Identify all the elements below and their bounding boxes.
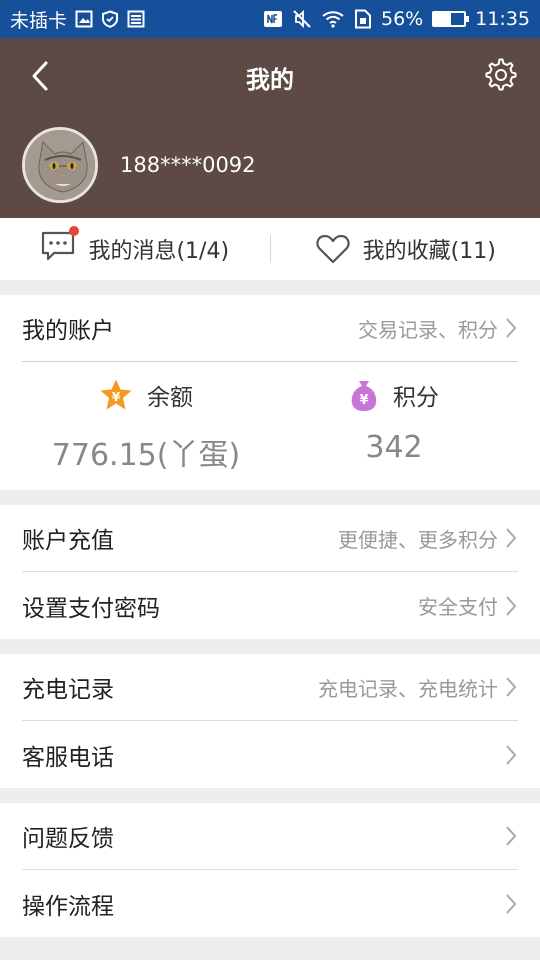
account-row[interactable]: 我的账户 交易记录、积分 (22, 295, 518, 362)
my-messages-link[interactable]: 我的消息(1/4) (0, 226, 270, 268)
customer-service-label: 客服电话 (22, 744, 114, 771)
gear-icon (485, 58, 517, 91)
my-messages-label: 我的消息(1/4) (88, 239, 230, 264)
battery-percent: 56% (381, 8, 424, 30)
points-stat[interactable]: ¥ 积分 342 (270, 362, 518, 490)
customer-service-row[interactable]: 客服电话 (22, 721, 518, 788)
sim-icon (354, 9, 372, 29)
back-arrow-icon (32, 61, 48, 91)
account-card: 我的账户 交易记录、积分 ¥ 余额 776.15(丫蛋) ¥ 积分 342 (0, 295, 540, 490)
shield-icon (101, 10, 119, 28)
recharge-hint-group: 更便捷、更多积分 (338, 524, 518, 553)
section-gap (0, 280, 540, 295)
operation-guide-row[interactable]: 操作流程 (22, 870, 518, 937)
clock: 11:35 (475, 8, 530, 30)
section-gap (0, 490, 540, 505)
avatar[interactable] (22, 127, 98, 203)
wifi-icon (321, 10, 345, 28)
points-header: ¥ 积分 (349, 378, 439, 412)
carrier-text: 未插卡 (10, 9, 68, 32)
operation-guide-hint-group (498, 893, 518, 915)
account-hint-group: 交易记录、积分 (358, 314, 518, 343)
feedback-label: 问题反馈 (22, 826, 114, 852)
cat-avatar-image (25, 130, 95, 200)
balance-header: ¥ 余额 (99, 378, 193, 412)
section-gap (0, 788, 540, 803)
status-bar: 未插卡 56% 11:35 (0, 0, 540, 38)
image-icon (75, 10, 93, 28)
menu-group-help: 问题反馈 操作流程 (0, 803, 540, 937)
points-bag-icon: ¥ (351, 381, 377, 411)
payment-password-hint-group: 安全支付 (418, 591, 518, 620)
recharge-hint: 更便捷、更多积分 (338, 527, 498, 552)
quick-links: 我的消息(1/4) 我的收藏(11) (0, 218, 540, 280)
points-value: 342 (365, 430, 423, 465)
battery-icon (432, 11, 470, 27)
account-stats: ¥ 余额 776.15(丫蛋) ¥ 积分 342 (22, 362, 518, 490)
settings-button[interactable] (482, 56, 520, 94)
balance-stat[interactable]: ¥ 余额 776.15(丫蛋) (22, 362, 270, 490)
status-left: 未插卡 (10, 6, 145, 33)
heart-icon (316, 234, 350, 264)
page-title: 我的 (246, 65, 294, 94)
feedback-hint-group (498, 825, 518, 847)
payment-password-row[interactable]: 设置支付密码 安全支付 (22, 572, 518, 639)
svg-text:¥: ¥ (359, 393, 368, 408)
customer-service-hint-group (498, 744, 518, 766)
operation-guide-label: 操作流程 (22, 893, 114, 920)
chevron-right-icon (506, 826, 517, 846)
chevron-right-icon (506, 893, 517, 914)
mute-icon (292, 9, 312, 29)
profile-header: 我的 188****0092 (0, 38, 540, 218)
storage-icon (127, 10, 145, 28)
my-favorites-link[interactable]: 我的收藏(11) (271, 233, 540, 265)
menu-group-payment: 账户充值 更便捷、更多积分 设置支付密码 安全支付 (0, 505, 540, 639)
status-right: 56% 11:35 (263, 8, 530, 30)
menu-group-service: 充电记录 充电记录、充电统计 客服电话 (0, 654, 540, 788)
balance-value: 776.15(丫蛋) (51, 438, 241, 473)
back-button[interactable] (22, 58, 58, 94)
payment-password-hint: 安全支付 (418, 595, 498, 619)
chevron-right-icon (506, 528, 517, 548)
chevron-right-icon (506, 318, 517, 338)
recharge-label: 账户充值 (22, 528, 114, 554)
chevron-right-icon (506, 744, 517, 765)
chevron-right-icon (506, 677, 517, 697)
message-icon (40, 226, 80, 268)
feedback-row[interactable]: 问题反馈 (22, 803, 518, 870)
account-title: 我的账户 (22, 318, 114, 344)
charging-records-label: 充电记录 (22, 677, 114, 703)
user-phone: 188****0092 (120, 153, 256, 177)
svg-text:¥: ¥ (112, 390, 121, 404)
notification-dot (69, 226, 80, 236)
balance-label: 余额 (147, 385, 193, 411)
account-hint: 交易记录、积分 (358, 317, 498, 342)
chevron-right-icon (506, 595, 517, 616)
top-bar: 我的 (0, 38, 540, 116)
charging-records-row[interactable]: 充电记录 充电记录、充电统计 (22, 654, 518, 721)
charging-records-hint-group: 充电记录、充电统计 (318, 673, 518, 702)
recharge-row[interactable]: 账户充值 更便捷、更多积分 (22, 505, 518, 572)
balance-star-icon: ¥ (100, 379, 132, 410)
my-favorites-label: 我的收藏(11) (362, 239, 496, 264)
points-label: 积分 (393, 385, 439, 411)
payment-password-label: 设置支付密码 (22, 595, 160, 622)
profile-row[interactable]: 188****0092 (0, 127, 540, 203)
section-gap (0, 639, 540, 654)
nfc-icon (263, 10, 283, 28)
charging-records-hint: 充电记录、充电统计 (318, 676, 498, 701)
